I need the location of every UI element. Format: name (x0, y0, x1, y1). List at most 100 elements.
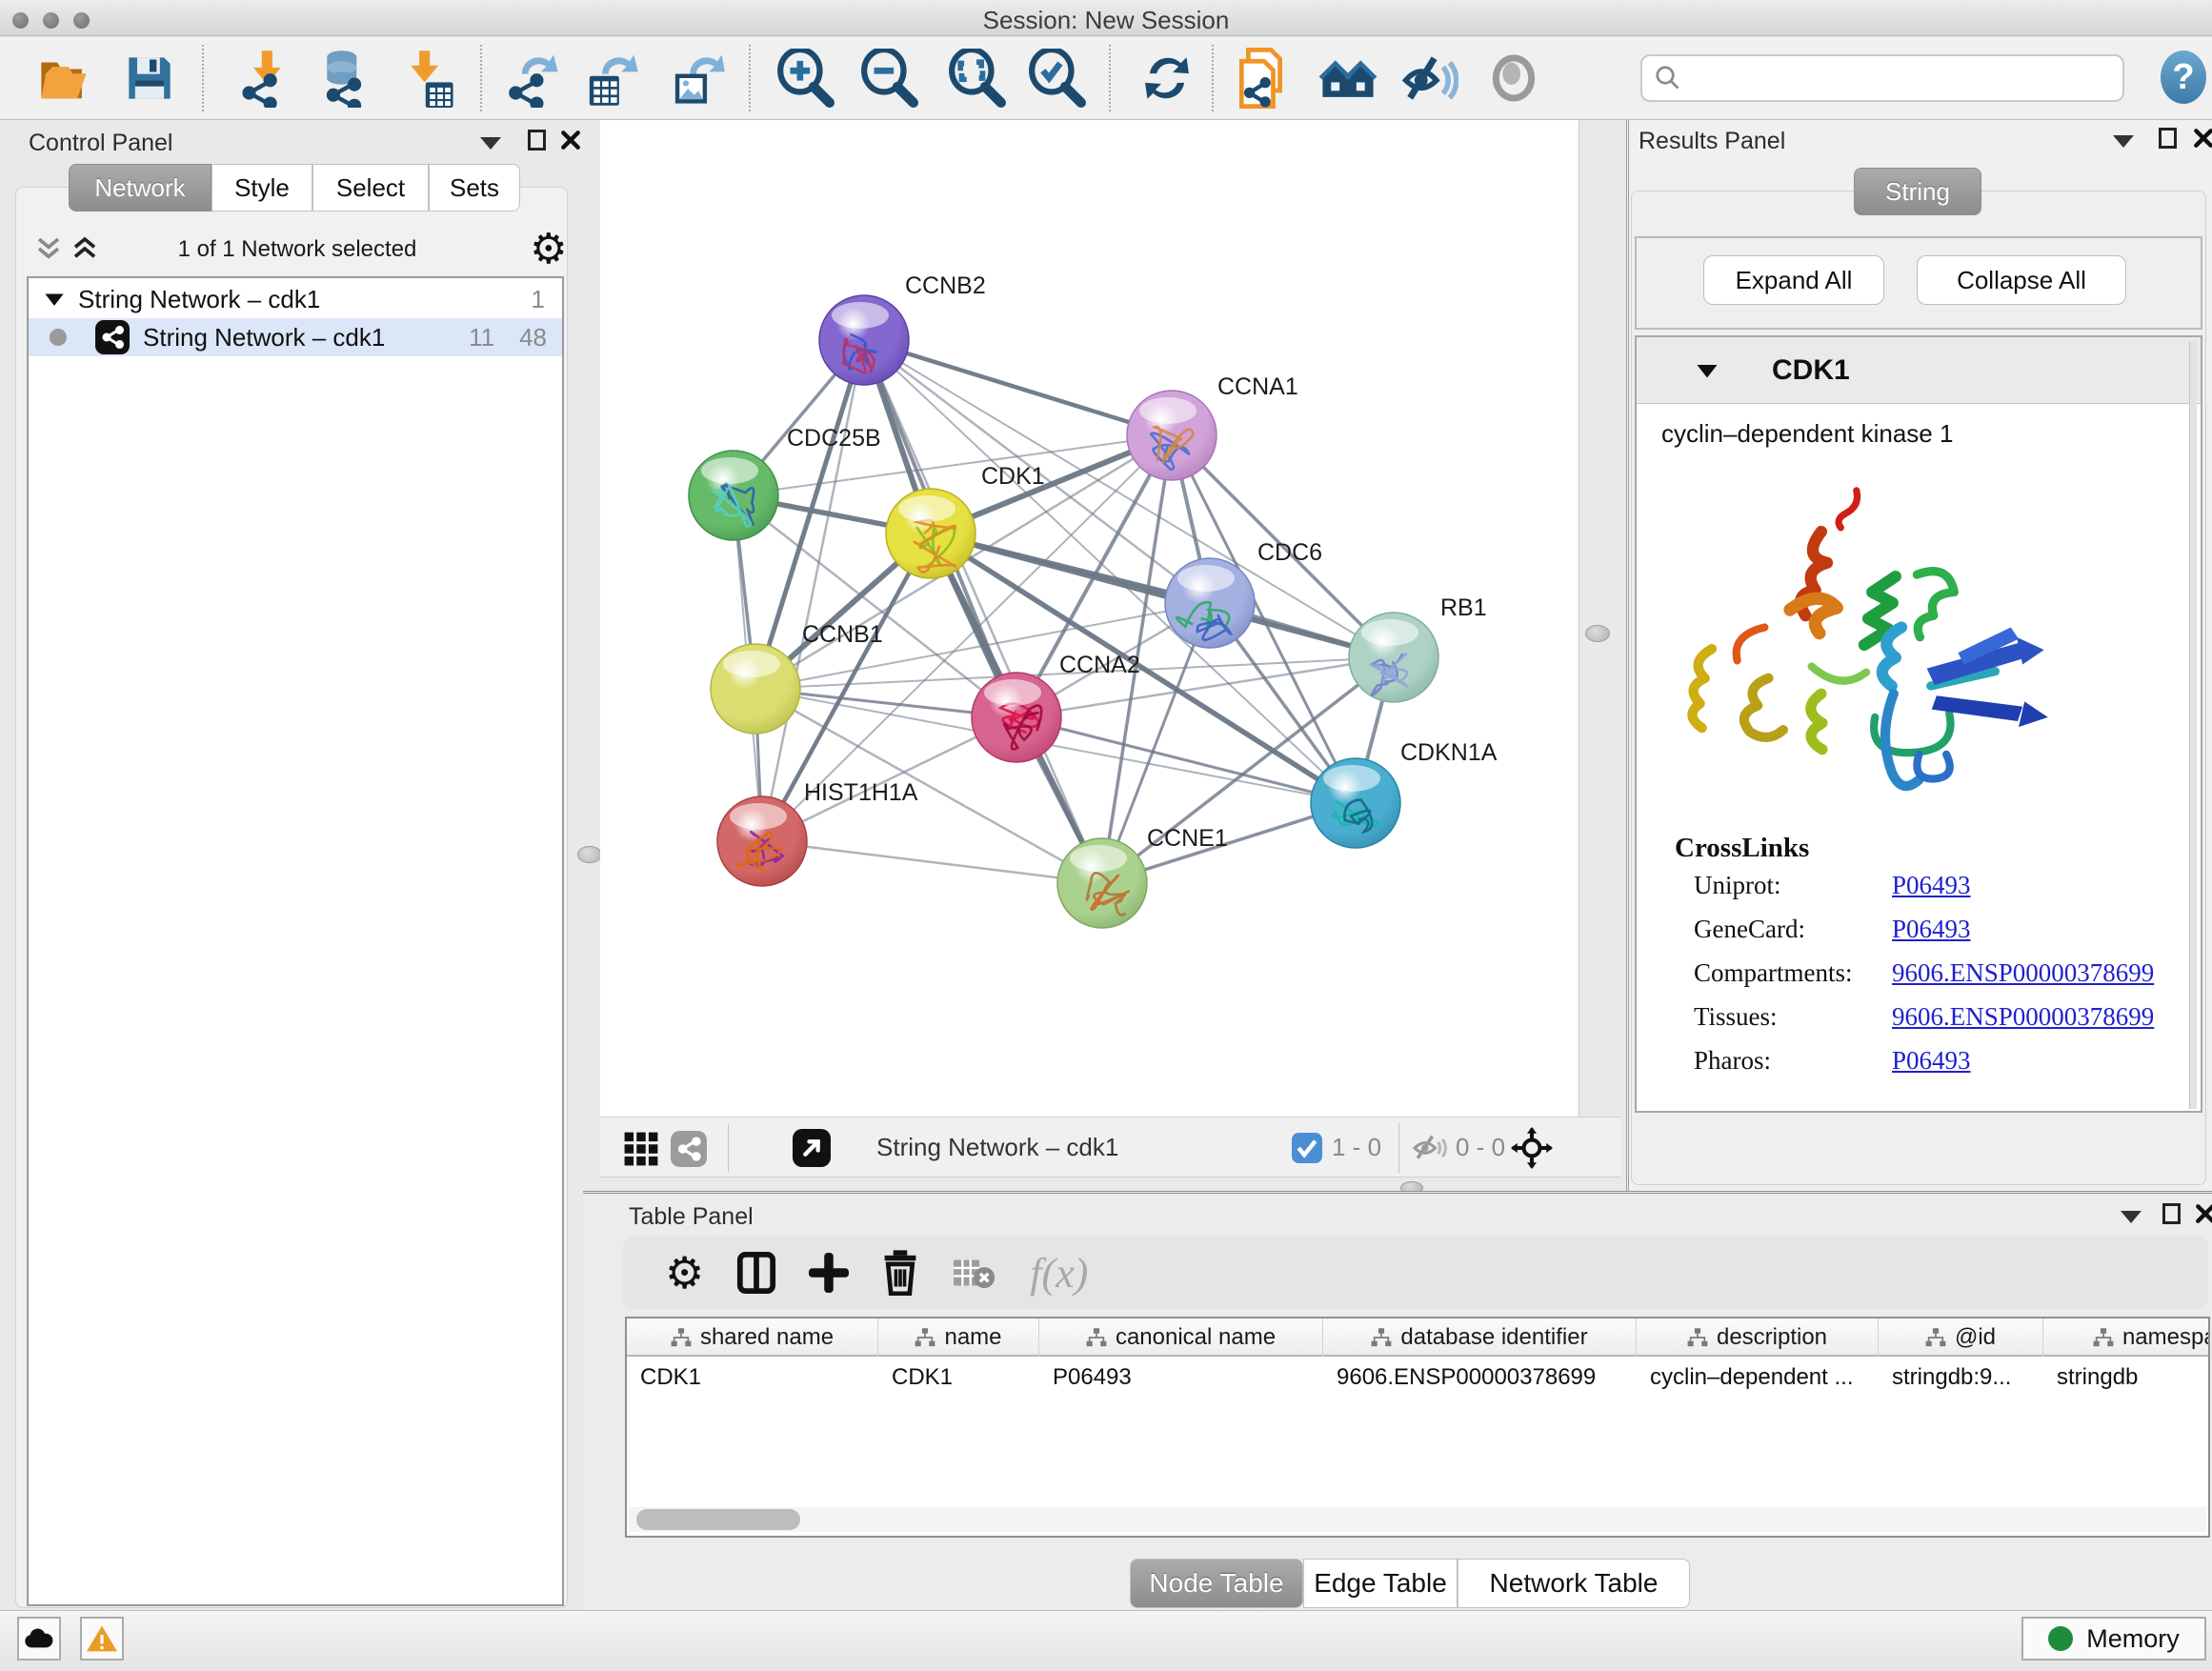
table-hscrollbar-thumb[interactable] (636, 1509, 800, 1530)
column-header-shared-name[interactable]: shared name (627, 1319, 878, 1357)
memory-button[interactable]: Memory (2021, 1617, 2206, 1661)
tab-string[interactable]: String (1854, 168, 1981, 215)
table-cell[interactable]: CDK1 (627, 1360, 878, 1395)
column-header-namespace[interactable]: namespace (2043, 1319, 2210, 1357)
table-hscrollbar[interactable] (629, 1507, 2206, 1532)
network-snapshot-button[interactable] (1231, 47, 1297, 110)
tab-select[interactable]: Select (312, 164, 429, 211)
results-panel-float-icon[interactable] (2113, 135, 2134, 148)
collapse-all-button[interactable]: Collapse All (1917, 255, 2126, 305)
table-cell[interactable]: P06493 (1039, 1360, 1323, 1395)
table-cell[interactable]: cyclin–dependent ... (1637, 1360, 1879, 1395)
tab-network[interactable]: Network (69, 164, 211, 211)
network-node-CDC25B[interactable]: CDC25B (689, 425, 881, 540)
crosslink-link[interactable]: 9606.ENSP00000378699 (1892, 1002, 2154, 1032)
table-cell[interactable]: CDK1 (878, 1360, 1039, 1395)
network-options-gear-icon[interactable]: ⚙ (530, 225, 567, 273)
control-panel-maximize-icon[interactable] (528, 130, 546, 151)
import-network-file-button[interactable] (231, 47, 297, 110)
collection-label: String Network – cdk1 (78, 285, 320, 314)
network-view-canvas[interactable]: CCNB2CCNA1CDC25BCDK1CDC6RB1CCNB1CCNA2CDK… (600, 120, 1579, 1117)
delete-column-trash-icon[interactable] (881, 1250, 919, 1296)
network-collection-row[interactable]: String Network – cdk1 1 (29, 280, 562, 318)
network-edge-CCNB2-CCNA1[interactable] (864, 340, 1172, 435)
selected-checkbox-icon[interactable] (1292, 1133, 1322, 1163)
column-header-canonical-name[interactable]: canonical name (1039, 1319, 1323, 1357)
results-panel-close-icon[interactable] (2193, 128, 2212, 149)
network-row-selected[interactable]: String Network – cdk1 11 48 (29, 318, 562, 356)
crosslink-link[interactable]: P06493 (1892, 915, 1971, 944)
network-node-CCNA1[interactable]: CCNA1 (1127, 373, 1298, 480)
results-panel-maximize-icon[interactable] (2159, 128, 2177, 149)
expand-all-icon[interactable] (70, 234, 99, 263)
hide-selected-button[interactable] (1397, 47, 1463, 110)
tab-node-table[interactable]: Node Table (1130, 1559, 1303, 1608)
table-panel-close-icon[interactable] (2195, 1203, 2212, 1224)
network-edge-CDK1-RB1[interactable] (931, 534, 1394, 657)
search-input[interactable] (1640, 54, 2124, 102)
warnings-button[interactable] (80, 1617, 124, 1661)
string-home-button[interactable] (1315, 47, 1381, 110)
network-node-CDKN1A[interactable]: CDKN1A (1311, 739, 1498, 848)
show-columns-icon[interactable] (736, 1251, 776, 1295)
table-settings-gear-icon[interactable]: ⚙ (665, 1247, 704, 1299)
birds-eye-crosshair-icon[interactable] (1511, 1127, 1553, 1169)
zoom-in-button[interactable] (772, 47, 838, 110)
column-header-description[interactable]: description (1637, 1319, 1879, 1357)
results-scrollbar[interactable] (2189, 341, 2197, 1109)
zoom-out-button[interactable] (855, 47, 922, 110)
export-image-icon (668, 49, 725, 108)
save-session-button[interactable] (116, 47, 183, 110)
export-table-button[interactable] (577, 47, 644, 110)
collapse-triangle-icon[interactable] (44, 291, 65, 308)
grid-view-icon[interactable] (623, 1131, 659, 1167)
entry-collapse-triangle-icon[interactable] (1696, 362, 1719, 379)
import-network-icon (235, 49, 292, 108)
control-panel-close-icon[interactable] (560, 130, 581, 151)
right-splitter-handle[interactable] (1585, 625, 1610, 642)
tab-sets[interactable]: Sets (429, 164, 520, 211)
tab-network-table[interactable]: Network Table (1458, 1559, 1690, 1608)
open-session-button[interactable] (30, 47, 97, 110)
control-panel-float-icon[interactable] (480, 137, 501, 150)
column-header-database-identifier[interactable]: database identifier (1323, 1319, 1637, 1357)
delete-table-icon[interactable] (954, 1256, 995, 1290)
show-all-button[interactable] (1480, 47, 1547, 110)
import-table-button[interactable] (394, 47, 461, 110)
network-edge-HIST1H1A-CCNE1[interactable] (762, 841, 1102, 883)
crosslink-link[interactable]: P06493 (1892, 1046, 1971, 1076)
network-node-CCNB1[interactable]: CCNB1 (711, 621, 883, 734)
export-network-button[interactable] (499, 47, 566, 110)
help-button[interactable]: ? (2161, 50, 2206, 104)
add-column-icon[interactable] (809, 1251, 849, 1295)
cloud-button[interactable] (17, 1617, 61, 1661)
entry-header[interactable]: CDK1 (1637, 337, 2201, 404)
crosslink-link[interactable]: P06493 (1892, 871, 1971, 900)
left-splitter-handle[interactable] (577, 846, 602, 863)
network-edge-CCNA2-CDKN1A[interactable] (1016, 717, 1356, 803)
table-panel-maximize-icon[interactable] (2162, 1203, 2181, 1224)
column-header--id[interactable]: @id (1879, 1319, 2043, 1357)
expand-all-button[interactable]: Expand All (1703, 255, 1884, 305)
crosslink-link[interactable]: 9606.ENSP00000378699 (1892, 958, 2154, 988)
table-panel-float-icon[interactable] (2121, 1211, 2142, 1223)
zoom-selected-button[interactable] (1023, 47, 1090, 110)
refresh-button[interactable] (1134, 47, 1200, 110)
collapse-all-icon[interactable] (34, 234, 63, 263)
function-builder-icon[interactable]: f(x) (1030, 1249, 1088, 1298)
network-node-HIST1H1A[interactable]: HIST1H1A (717, 779, 918, 886)
node-label-CCNE1: CCNE1 (1147, 825, 1228, 852)
column-header-name[interactable]: name (878, 1319, 1039, 1357)
network-node-RB1[interactable]: RB1 (1349, 594, 1487, 702)
tab-edge-table[interactable]: Edge Table (1303, 1559, 1458, 1608)
export-image-button[interactable] (663, 47, 730, 110)
import-network-database-button[interactable] (311, 47, 377, 110)
table-cell[interactable]: 9606.ENSP00000378699 (1323, 1360, 1637, 1395)
zoom-fit-button[interactable] (943, 47, 1010, 110)
network-view-mode-icon[interactable] (671, 1131, 707, 1167)
table-cell[interactable]: stringdb:9... (1879, 1360, 2043, 1395)
detach-view-icon[interactable] (793, 1129, 831, 1167)
network-edge-CCNB2-HIST1H1A[interactable] (762, 340, 864, 841)
tab-style[interactable]: Style (211, 164, 312, 211)
table-cell[interactable]: stringdb (2043, 1360, 2210, 1395)
